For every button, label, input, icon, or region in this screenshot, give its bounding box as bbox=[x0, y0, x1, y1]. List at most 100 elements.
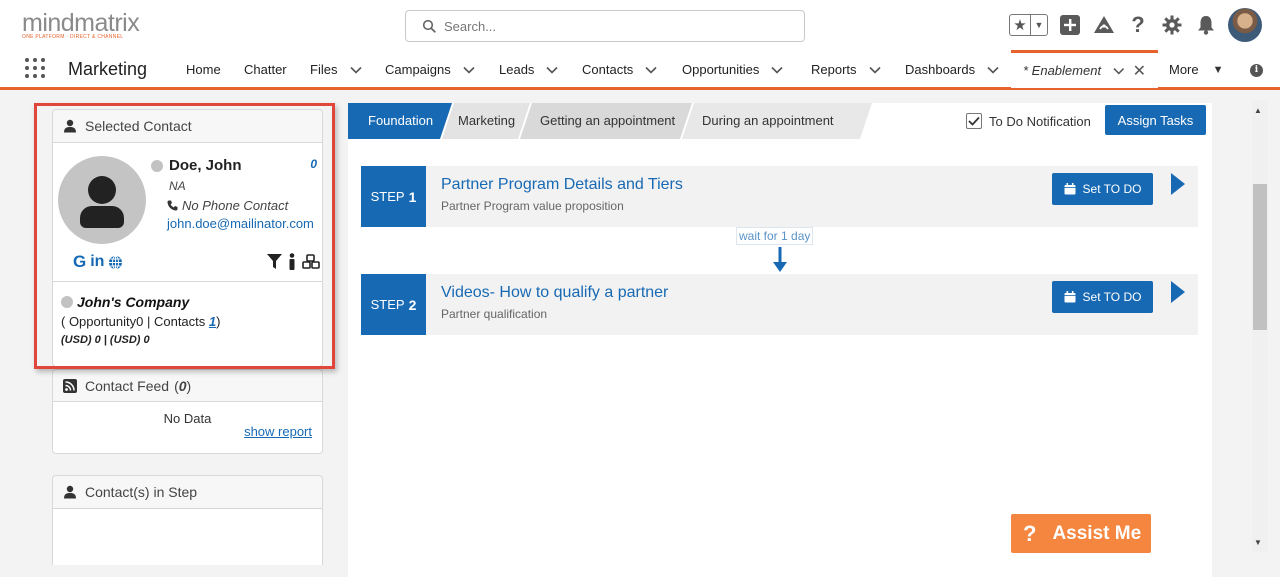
panel-divider bbox=[53, 281, 322, 282]
global-search[interactable] bbox=[405, 10, 805, 42]
calendar-icon bbox=[1064, 183, 1076, 195]
close-tab-icon[interactable]: ✕ bbox=[1133, 61, 1146, 81]
panel-title: Selected Contact bbox=[85, 118, 192, 134]
scroll-up-arrow-icon[interactable]: ▲ bbox=[1254, 106, 1262, 115]
chevron-down-icon[interactable] bbox=[771, 64, 783, 76]
play-arrow-icon[interactable] bbox=[1171, 173, 1185, 195]
search-icon bbox=[422, 19, 436, 33]
globe-icon[interactable] bbox=[108, 255, 123, 270]
linkedin-icon[interactable]: in bbox=[90, 253, 104, 271]
step-prefix: STEP bbox=[370, 189, 405, 204]
nav-tab-home[interactable]: Home bbox=[186, 52, 221, 87]
step-number-badge: STEP 2 bbox=[361, 274, 426, 335]
favorites-dropdown-icon[interactable]: ▼ bbox=[1031, 15, 1047, 35]
contacts-in-step-panel: Contact(s) in Step bbox=[52, 475, 323, 565]
favorite-star-icon[interactable]: ★ bbox=[1010, 15, 1031, 35]
nav-tab-label: Dashboards bbox=[905, 62, 976, 77]
company-name[interactable]: John's Company bbox=[61, 294, 189, 310]
step-number-badge: STEP 1 bbox=[361, 166, 426, 227]
set-todo-button[interactable]: Set TO DO bbox=[1052, 173, 1153, 205]
assign-tasks-button[interactable]: Assign Tasks bbox=[1105, 105, 1206, 135]
chevron-down-icon[interactable] bbox=[868, 64, 881, 76]
help-icon[interactable]: ? bbox=[1126, 12, 1150, 37]
chevron-down-icon[interactable] bbox=[645, 64, 657, 76]
contact-feed-panel: Contact Feed (0) No Data show report bbox=[52, 369, 323, 454]
contact-name[interactable]: Doe, John bbox=[151, 157, 242, 174]
contact-score: 0 bbox=[310, 157, 317, 171]
scroll-down-arrow-icon[interactable]: ▼ bbox=[1254, 538, 1262, 547]
chevron-down-icon[interactable] bbox=[546, 64, 558, 76]
cubes-icon[interactable] bbox=[302, 254, 320, 270]
contact-email-link[interactable]: john.doe@mailinator.com bbox=[167, 216, 314, 231]
nav-tab-leads[interactable]: Leads bbox=[499, 52, 558, 87]
nav-more-label: More bbox=[1169, 62, 1199, 77]
settings-gear-icon[interactable] bbox=[1160, 13, 1184, 37]
feed-count: 0 bbox=[178, 377, 187, 394]
company-money: (USD) 0 | (USD) 0 bbox=[61, 334, 150, 346]
stats-prefix: ( Opportunity0 | Contacts bbox=[61, 314, 209, 329]
stats-suffix: ) bbox=[216, 314, 221, 329]
chevron-down-icon[interactable] bbox=[1113, 65, 1125, 77]
selected-contact-panel: Selected Contact Doe, John 0 NA No Phone… bbox=[52, 109, 323, 367]
company-name-text: John's Company bbox=[77, 294, 190, 310]
status-dot bbox=[61, 296, 73, 308]
nav-tab-chatter[interactable]: Chatter bbox=[244, 52, 287, 87]
step-number: 1 bbox=[408, 188, 417, 205]
nav-tab-opportunities[interactable]: Opportunities bbox=[682, 52, 783, 87]
header-actions: ★ ▼ ? bbox=[1009, 8, 1262, 42]
info-icon[interactable]: i bbox=[1250, 64, 1263, 77]
scrollbar-thumb[interactable] bbox=[1253, 184, 1267, 330]
phone-icon bbox=[167, 200, 178, 211]
todo-checkbox[interactable] bbox=[966, 113, 982, 129]
nav-tab-campaigns[interactable]: Campaigns bbox=[385, 52, 475, 87]
nav-tab-label: * Enablement bbox=[1023, 63, 1102, 78]
user-avatar[interactable] bbox=[1228, 8, 1262, 42]
assist-me-label: Assist Me bbox=[1052, 522, 1142, 544]
nav-tab-reports[interactable]: Reports bbox=[811, 52, 881, 87]
notifications-bell-icon[interactable] bbox=[1194, 13, 1218, 37]
panel-title: Contact Feed bbox=[85, 377, 170, 394]
trailhead-icon[interactable] bbox=[1092, 13, 1116, 37]
search-input[interactable] bbox=[444, 17, 794, 35]
contact-title: NA bbox=[169, 179, 186, 193]
nav-tab-label: Campaigns bbox=[385, 62, 451, 77]
person-icon bbox=[64, 485, 76, 499]
chevron-down-icon[interactable] bbox=[350, 64, 363, 76]
contact-name-text: Doe, John bbox=[169, 157, 242, 174]
step-title-link[interactable]: Partner Program Details and Tiers bbox=[441, 176, 683, 194]
nav-tab-dashboards[interactable]: Dashboards bbox=[905, 52, 999, 87]
chevron-down-icon[interactable] bbox=[463, 64, 475, 76]
play-arrow-icon[interactable] bbox=[1171, 281, 1185, 303]
nav-more-menu[interactable]: More ▼ bbox=[1169, 52, 1224, 87]
google-icon[interactable]: G bbox=[73, 252, 86, 272]
nav-tab-files[interactable]: Files bbox=[310, 52, 363, 87]
assist-me-button[interactable]: ? Assist Me bbox=[1011, 514, 1151, 553]
company-stats: ( Opportunity0 | Contacts 1) bbox=[61, 314, 220, 329]
app-navigation-bar: Marketing Home Chatter Files Campaigns L… bbox=[0, 50, 1280, 90]
contacts-in-step-header: Contact(s) in Step bbox=[53, 476, 322, 509]
global-add-icon[interactable] bbox=[1058, 13, 1082, 37]
social-links: G in bbox=[73, 252, 123, 272]
todo-notification-toggle[interactable]: To Do Notification bbox=[966, 113, 1091, 129]
filter-icon[interactable] bbox=[267, 254, 282, 270]
nav-tab-enablement-active[interactable]: * Enablement ✕ bbox=[1011, 50, 1158, 88]
show-report-link[interactable]: show report bbox=[244, 424, 312, 439]
step-subtitle: Partner Program value proposition bbox=[441, 199, 624, 213]
nav-tab-label: Opportunities bbox=[682, 62, 760, 77]
stage-label: Getting an appointment bbox=[540, 113, 676, 128]
set-todo-button[interactable]: Set TO DO bbox=[1052, 281, 1153, 313]
todo-label: To Do Notification bbox=[989, 113, 1091, 129]
mindmatrix-logo[interactable]: mindmatrix ONE PLATFORM · DIRECT & CHANN… bbox=[22, 10, 140, 40]
person-info-icon[interactable] bbox=[288, 253, 296, 271]
set-todo-label: Set TO DO bbox=[1082, 182, 1142, 196]
top-header: mindmatrix ONE PLATFORM · DIRECT & CHANN… bbox=[0, 0, 1280, 52]
panel-title: Contact(s) in Step bbox=[85, 484, 198, 500]
contact-photo-placeholder bbox=[58, 156, 146, 244]
step-card: STEP 1 Partner Program Details and Tiers … bbox=[361, 166, 1198, 227]
nav-tab-contacts[interactable]: Contacts bbox=[582, 52, 657, 87]
step-title-link[interactable]: Videos- How to qualify a partner bbox=[441, 284, 668, 302]
calendar-icon bbox=[1064, 291, 1076, 303]
chevron-down-icon[interactable] bbox=[987, 64, 999, 76]
selected-contact-header: Selected Contact bbox=[53, 110, 322, 143]
app-launcher-icon[interactable] bbox=[25, 58, 45, 78]
